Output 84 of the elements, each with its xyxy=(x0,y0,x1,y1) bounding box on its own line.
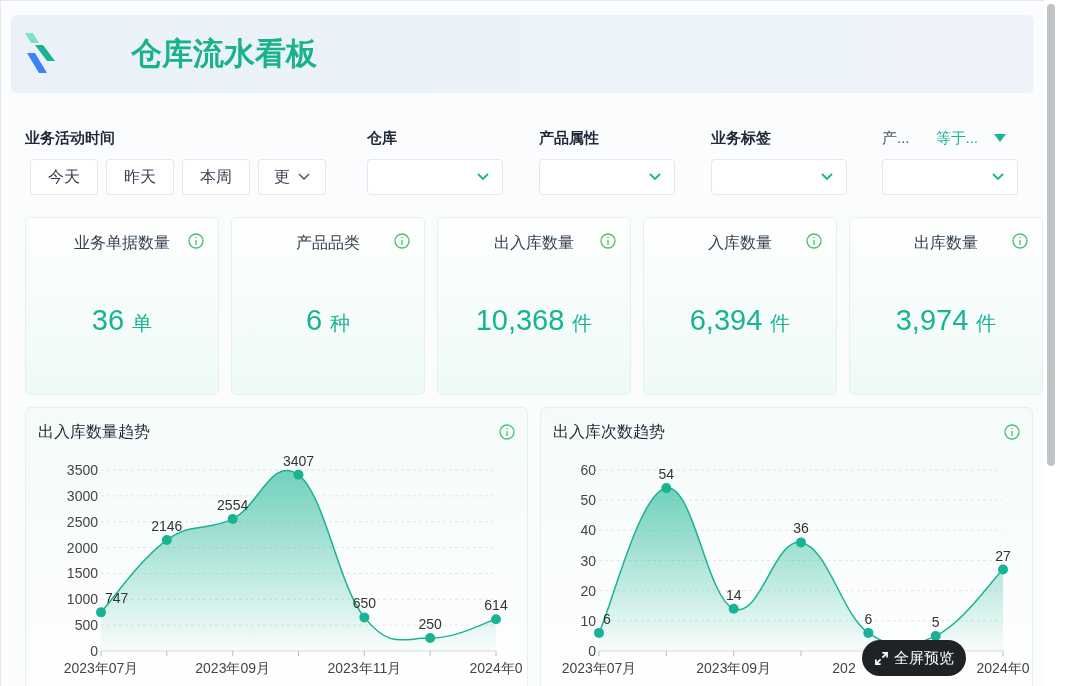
kpi-unit: 件 xyxy=(572,311,593,336)
kpi-unit: 件 xyxy=(976,311,997,336)
data-point xyxy=(796,537,806,548)
axis-tick-label: 50 xyxy=(580,492,596,509)
kpi-value: 10,368 xyxy=(475,303,565,338)
info-icon xyxy=(499,423,515,440)
kpi-unit: 件 xyxy=(770,311,791,336)
axis-tick-label: 500 xyxy=(74,617,98,634)
filter-label: 业务活动时间 xyxy=(25,127,116,148)
axis-tick-label: 3500 xyxy=(66,462,98,478)
data-label: 36 xyxy=(793,520,809,537)
date-option[interactable]: 今天 xyxy=(30,159,98,195)
data-label: 3407 xyxy=(282,455,315,469)
info-icon xyxy=(806,233,822,249)
kpi-unit: 单 xyxy=(132,311,153,336)
chart-title: 出入库次数趋势 xyxy=(553,421,665,442)
kpi-title: 出入库数量 xyxy=(494,233,574,253)
chart-title: 出入库数量趋势 xyxy=(38,421,150,442)
axis-tick-label: 2024年0 xyxy=(469,660,523,676)
axis-tick-label: 1500 xyxy=(66,565,98,582)
axis-tick-label: 2023年09月 xyxy=(696,660,772,676)
filter-label: 仓库 xyxy=(367,127,398,148)
info-icon xyxy=(1004,423,1020,440)
chevron-icon xyxy=(648,172,662,182)
kpi-unit: 种 xyxy=(330,311,351,336)
page-title: 仓库流水看板 xyxy=(131,34,317,73)
data-point xyxy=(863,627,874,638)
kpi-value: 6 xyxy=(305,303,323,338)
axis-tick-label: 40 xyxy=(580,522,596,539)
axis-tick-label: 60 xyxy=(580,462,596,478)
partial-axis-label: 202 xyxy=(832,660,856,676)
axis-tick-label: 2500 xyxy=(66,513,98,530)
select-field[interactable] xyxy=(367,159,503,195)
kpi-value: 6,394 xyxy=(689,303,763,338)
kpi-title: 产品品类 xyxy=(296,233,360,253)
axis-tick-label: 2024年0 xyxy=(976,660,1030,676)
kpi-value: 36 xyxy=(91,303,125,338)
axis-tick-label: 30 xyxy=(580,552,596,569)
data-label: 6 xyxy=(864,610,873,627)
axis-tick-label: 2023年07月 xyxy=(561,660,637,676)
filter-label: 产... xyxy=(882,127,910,148)
select-field[interactable] xyxy=(711,159,847,195)
axis-tick-label: 0 xyxy=(90,643,98,659)
axis-tick-label: 2023年07月 xyxy=(63,660,139,676)
data-point xyxy=(930,630,941,641)
data-label: 5 xyxy=(931,613,940,630)
kpi-title: 入库数量 xyxy=(708,233,772,253)
data-point xyxy=(728,603,739,614)
fullscreen-button[interactable]: 全屏预览 xyxy=(862,640,966,676)
scrollbar-thumb[interactable] xyxy=(1047,4,1055,466)
axis-tick-label: 2023年11月 xyxy=(327,660,402,676)
data-label: 14 xyxy=(725,586,742,603)
select-field[interactable] xyxy=(882,159,1018,195)
kpi-title: 业务单据数量 xyxy=(74,233,170,253)
caret-icon xyxy=(994,134,1007,142)
expand-icon xyxy=(874,651,888,665)
info-icon xyxy=(188,233,204,249)
data-point xyxy=(661,483,672,494)
date-option[interactable]: 本周 xyxy=(182,159,250,195)
axis-tick-label: 2023年09月 xyxy=(195,660,271,676)
data-label: 27 xyxy=(995,547,1011,564)
axis-tick-label: 3000 xyxy=(66,487,98,504)
kpi-title: 出库数量 xyxy=(914,233,978,253)
chevron-icon xyxy=(298,173,310,181)
chevron-icon xyxy=(991,172,1005,182)
data-point xyxy=(998,564,1008,575)
axis-tick-label: 10 xyxy=(580,612,596,629)
axis-tick-label: 1000 xyxy=(66,591,98,608)
date-option[interactable]: 昨天 xyxy=(106,159,174,195)
axis-tick-label: 2000 xyxy=(66,539,98,556)
more-dropdown[interactable]: 更 xyxy=(258,159,326,195)
kpi-value: 3,974 xyxy=(895,303,969,338)
filter-label: 业务标签 xyxy=(711,127,772,148)
info-icon xyxy=(600,233,616,249)
data-label: 54 xyxy=(658,466,675,483)
filter-label: 产品属性 xyxy=(539,127,600,148)
info-icon xyxy=(1012,233,1028,249)
axis-tick-label: 0 xyxy=(588,643,596,659)
select-field[interactable] xyxy=(539,159,675,195)
info-icon xyxy=(394,233,410,249)
chevron-icon xyxy=(476,172,490,182)
data-point xyxy=(594,627,604,638)
axis-tick-label: 20 xyxy=(580,582,596,599)
chevron-icon xyxy=(820,172,834,182)
